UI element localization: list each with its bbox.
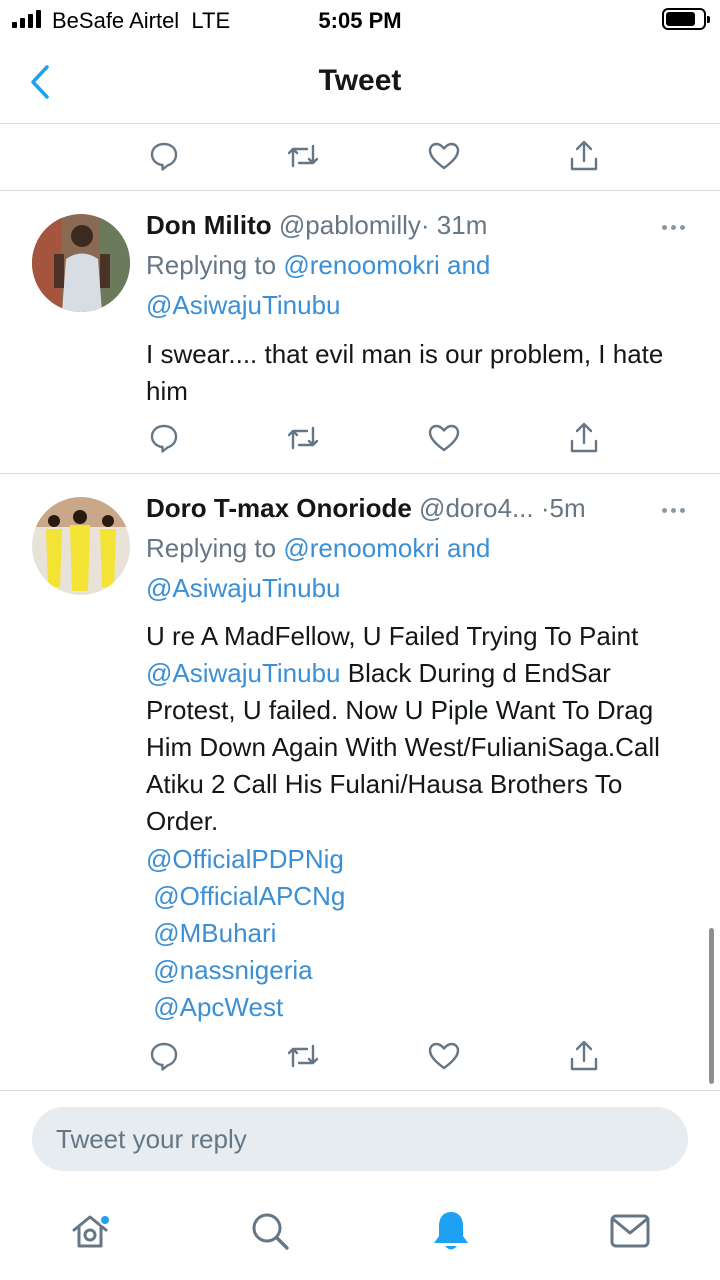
share-icon[interactable] (566, 138, 602, 174)
status-time: 5:05 PM (318, 8, 402, 33)
scrollbar[interactable] (709, 928, 714, 1084)
navigation-bar: Tweet (0, 40, 720, 124)
replying-to: Replying to @renoomokri and (146, 528, 490, 568)
reply-icon[interactable] (146, 138, 182, 174)
share-icon[interactable] (566, 420, 602, 456)
mention-link[interactable]: @AsiwajuTinubu (146, 658, 341, 688)
tweet-actions (146, 1038, 598, 1082)
user-handle[interactable]: @pablomilly (279, 210, 421, 240)
tweet-header: Doro T-max Onoriode @doro4... ·5m (146, 493, 586, 524)
mention-link[interactable]: @OfficialAPCNg (146, 878, 345, 915)
divider (0, 473, 720, 474)
more-options-icon[interactable] (658, 212, 688, 242)
retweet-icon[interactable] (285, 1038, 321, 1074)
messages-icon[interactable] (607, 1208, 653, 1254)
replying-to: Replying to @renoomokri and (146, 245, 490, 285)
mention-link[interactable]: @ApcWest (146, 989, 345, 1026)
display-name[interactable]: Don Milito (146, 210, 272, 240)
reply-icon[interactable] (146, 420, 182, 456)
tweet-text: I swear.... that evil man is our problem… (146, 339, 664, 406)
more-options-icon[interactable] (658, 495, 688, 525)
replying-and[interactable]: and (447, 533, 490, 563)
avatar[interactable] (32, 497, 130, 595)
separator: · (540, 493, 550, 523)
heart-icon[interactable] (426, 1038, 462, 1074)
notifications-icon[interactable] (428, 1208, 474, 1254)
mention-link[interactable]: @AsiwajuTinubu (146, 573, 341, 603)
page-title: Tweet (318, 64, 402, 97)
timestamp: 5m (549, 493, 586, 523)
heart-icon[interactable] (426, 138, 462, 174)
retweet-icon[interactable] (285, 138, 321, 174)
tweet-header: Don Milito @pablomilly· 31m (146, 210, 487, 241)
tweet-actions (146, 420, 598, 464)
tweet-text: U re A MadFellow, U Failed Trying To Pai… (146, 618, 686, 840)
replying-prefix: Replying to (146, 250, 277, 280)
timestamp: 31m (436, 210, 488, 240)
separator: · (420, 210, 430, 240)
heart-icon[interactable] (426, 420, 462, 456)
replying-and[interactable]: and (447, 250, 490, 280)
mention-link[interactable]: @nassnigeria (146, 952, 345, 989)
avatar[interactable] (32, 214, 130, 312)
mention-link[interactable]: @renoomokri (283, 533, 439, 563)
battery-icon (662, 8, 710, 30)
mention-link[interactable]: @OfficialPDPNig (146, 841, 345, 878)
notification-dot (99, 1214, 111, 1226)
mention-list: @OfficialPDPNig @OfficialAPCNg @MBuhari … (146, 841, 345, 1026)
mention-link[interactable]: @renoomokri (283, 250, 439, 280)
user-handle[interactable]: @doro4... (419, 493, 534, 523)
reply-bar (0, 1090, 720, 1190)
retweet-icon[interactable] (285, 420, 321, 456)
mention-link[interactable]: @MBuhari (146, 915, 345, 952)
share-icon[interactable] (566, 1038, 602, 1074)
reply-input[interactable] (32, 1107, 688, 1171)
tweet-actions (146, 138, 598, 182)
replying-to-2: @AsiwajuTinubu (146, 285, 341, 325)
divider (0, 190, 720, 191)
status-bar: BeSafe Airtel LTE 5:05 PM (0, 0, 720, 40)
reply-icon[interactable] (146, 1038, 182, 1074)
search-icon[interactable] (247, 1208, 293, 1254)
mention-link[interactable]: @AsiwajuTinubu (146, 290, 341, 320)
replying-prefix: Replying to (146, 533, 277, 563)
tweet-text-part: U re A MadFellow, U Failed Trying To Pai… (146, 621, 639, 651)
home-icon[interactable] (67, 1208, 113, 1254)
replying-to-2: @AsiwajuTinubu (146, 568, 341, 608)
tab-bar (0, 1190, 720, 1280)
display-name[interactable]: Doro T-max Onoriode (146, 493, 412, 523)
